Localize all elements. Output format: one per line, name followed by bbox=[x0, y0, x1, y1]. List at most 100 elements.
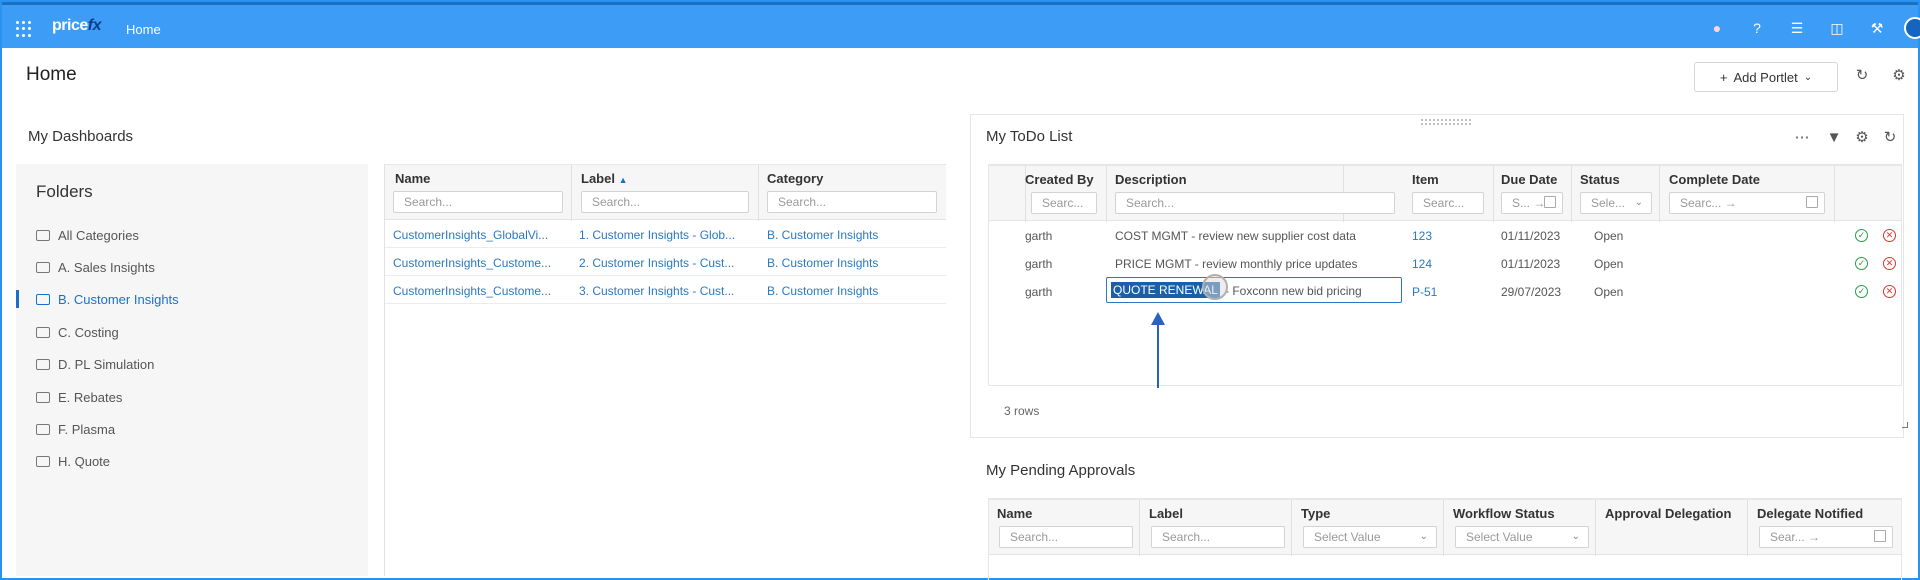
folder-item-customer-insights[interactable]: B. Customer Insights bbox=[36, 286, 356, 312]
folder-item-costing[interactable]: C. Costing bbox=[36, 319, 356, 345]
folder-icon bbox=[36, 391, 50, 403]
col-workflow-status[interactable]: Workflow Status bbox=[1453, 506, 1555, 521]
category-search-input[interactable]: Search... bbox=[767, 191, 937, 213]
cell-name[interactable]: CustomerInsights_Custome... bbox=[393, 256, 569, 270]
folder-item-quote[interactable]: H. Quote bbox=[36, 448, 356, 474]
folder-item-plasma[interactable]: F. Plasma bbox=[36, 416, 356, 442]
cell-label[interactable]: 2. Customer Insights - Cust... bbox=[579, 256, 755, 270]
item-search-input[interactable]: Searc... bbox=[1412, 192, 1484, 214]
cell-description[interactable]: COST MGMT - review new supplier cost dat… bbox=[1115, 229, 1356, 243]
table-row[interactable]: CustomerInsights_GlobalVi... 1. Customer… bbox=[385, 220, 946, 248]
cell-name[interactable]: CustomerInsights_GlobalVi... bbox=[393, 228, 569, 242]
cell-due-date: 29/07/2023 bbox=[1501, 285, 1562, 299]
gear-icon[interactable]: ⚙ bbox=[1852, 128, 1872, 148]
col-item[interactable]: Item bbox=[1412, 172, 1439, 187]
calendar-icon bbox=[1544, 196, 1556, 208]
chevron-down-icon: ⌄ bbox=[1571, 531, 1580, 542]
col-category[interactable]: Category bbox=[767, 171, 823, 186]
table-row[interactable]: CustomerInsights_Custome... 3. Customer … bbox=[385, 276, 946, 304]
folder-icon bbox=[36, 326, 50, 338]
label-search-input[interactable]: Search... bbox=[581, 191, 749, 213]
name-search-input[interactable]: Search... bbox=[393, 191, 563, 213]
col-complete-date[interactable]: Complete Date bbox=[1669, 172, 1760, 187]
workflow-status-select[interactable]: Select Value ⌄ bbox=[1455, 526, 1589, 548]
refresh-icon[interactable]: ↻ bbox=[1880, 128, 1900, 148]
col-label-text: Label bbox=[581, 171, 615, 186]
cell-category[interactable]: B. Customer Insights bbox=[767, 284, 943, 298]
tools-icon[interactable]: ⚒ bbox=[1866, 17, 1888, 39]
add-portlet-label: Add Portlet bbox=[1733, 69, 1798, 85]
cell-label[interactable]: 3. Customer Insights - Cust... bbox=[579, 284, 755, 298]
created-by-search-input[interactable]: Searc... bbox=[1031, 192, 1097, 214]
complete-check-icon[interactable]: ✓ bbox=[1855, 257, 1868, 270]
table-row[interactable]: garth COST MGMT - review new supplier co… bbox=[989, 221, 1901, 249]
database-icon[interactable]: ◫ bbox=[1826, 17, 1848, 39]
complete-check-icon[interactable]: ✓ bbox=[1855, 285, 1868, 298]
approvals-grid: Name Label Type Workflow Status Approval… bbox=[988, 498, 1902, 580]
more-options-icon[interactable]: ⋯ bbox=[1792, 128, 1812, 148]
calendar-icon bbox=[1806, 196, 1818, 208]
drag-handle[interactable] bbox=[1420, 118, 1472, 126]
col-label[interactable]: Label bbox=[1149, 506, 1183, 521]
cell-label[interactable]: 1. Customer Insights - Glob... bbox=[579, 228, 755, 242]
col-type[interactable]: Type bbox=[1301, 506, 1330, 521]
col-due-date[interactable]: Due Date bbox=[1501, 172, 1557, 187]
folder-item-all-categories[interactable]: All Categories bbox=[36, 222, 356, 248]
folder-item-rebates[interactable]: E. Rebates bbox=[36, 384, 356, 410]
settings-sliders-icon[interactable]: ☰ bbox=[1786, 17, 1808, 39]
complete-date-search-input[interactable]: Searc... → bbox=[1669, 192, 1825, 214]
folder-icon bbox=[36, 261, 50, 273]
gear-icon[interactable]: ⚙ bbox=[1889, 66, 1909, 86]
top-bar: pricefx Home ● ? ☰ ◫ ⚒ bbox=[2, 2, 1920, 48]
cell-category[interactable]: B. Customer Insights bbox=[767, 256, 943, 270]
help-icon[interactable]: ? bbox=[1746, 17, 1768, 39]
table-row[interactable]: CustomerInsights_Custome... 2. Customer … bbox=[385, 248, 946, 276]
folder-item-pl-simulation[interactable]: D. PL Simulation bbox=[36, 351, 356, 377]
col-approval-delegation[interactable]: Approval Delegation bbox=[1605, 506, 1731, 521]
description-edit-input[interactable]: QUOTE RENEWAL - Foxconn new bid pricing bbox=[1106, 277, 1402, 303]
type-select[interactable]: Select Value ⌄ bbox=[1303, 526, 1437, 548]
complete-check-icon[interactable]: ✓ bbox=[1855, 229, 1868, 242]
logo[interactable]: pricefx bbox=[52, 17, 101, 35]
cell-description[interactable]: PRICE MGMT - review monthly price update… bbox=[1115, 257, 1358, 271]
delete-x-icon[interactable]: ✕ bbox=[1883, 229, 1896, 242]
chevron-down-icon: ⌄ bbox=[1803, 71, 1813, 83]
folder-label: D. PL Simulation bbox=[58, 356, 155, 372]
description-search-input[interactable]: Search... bbox=[1115, 192, 1395, 214]
col-label[interactable]: Label ▲ bbox=[581, 171, 628, 186]
folder-item-sales-insights[interactable]: A. Sales Insights bbox=[36, 254, 356, 280]
cell-item[interactable]: 124 bbox=[1412, 257, 1432, 271]
status-select[interactable]: Sele... ⌄ bbox=[1580, 192, 1652, 214]
due-date-search-input[interactable]: S... → bbox=[1501, 192, 1563, 214]
resize-handle[interactable] bbox=[1902, 422, 1908, 428]
col-status[interactable]: Status bbox=[1580, 172, 1620, 187]
label-search-input[interactable]: Search... bbox=[1151, 526, 1285, 548]
cell-category[interactable]: B. Customer Insights bbox=[767, 228, 943, 242]
refresh-icon[interactable]: ↻ bbox=[1852, 66, 1872, 86]
plus-icon: + bbox=[1719, 69, 1728, 85]
col-name[interactable]: Name bbox=[997, 506, 1032, 521]
cell-item[interactable]: P-51 bbox=[1412, 285, 1437, 299]
app-launcher-icon[interactable] bbox=[16, 21, 32, 37]
filter-icon[interactable]: ▼ bbox=[1824, 128, 1844, 148]
table-row[interactable]: garth PRICE MGMT - review monthly price … bbox=[989, 249, 1901, 277]
col-delegate-notified[interactable]: Delegate Notified bbox=[1757, 506, 1863, 521]
cell-item[interactable]: 123 bbox=[1412, 229, 1432, 243]
add-portlet-button[interactable]: + Add Portlet ⌄ bbox=[1694, 62, 1838, 92]
col-divider bbox=[1106, 166, 1107, 222]
delete-x-icon[interactable]: ✕ bbox=[1883, 285, 1896, 298]
chevron-down-icon: ⌄ bbox=[1634, 197, 1643, 208]
delegate-notified-search-input[interactable]: Sear... → bbox=[1759, 526, 1893, 548]
col-created-by[interactable]: Created By bbox=[1025, 172, 1094, 187]
col-name[interactable]: Name bbox=[395, 171, 430, 186]
cell-name[interactable]: CustomerInsights_Custome... bbox=[393, 284, 569, 298]
workflow-status-placeholder: Select Value bbox=[1466, 530, 1533, 544]
top-home-link[interactable]: Home bbox=[126, 22, 161, 37]
complete-date-placeholder: Searc... → bbox=[1680, 196, 1737, 210]
folder-label: F. Plasma bbox=[58, 421, 116, 437]
avatar[interactable] bbox=[1904, 17, 1920, 39]
name-search-input[interactable]: Search... bbox=[999, 526, 1133, 548]
col-description[interactable]: Description bbox=[1115, 172, 1187, 187]
delete-x-icon[interactable]: ✕ bbox=[1883, 257, 1896, 270]
notifications-icon[interactable]: ● bbox=[1706, 17, 1728, 39]
